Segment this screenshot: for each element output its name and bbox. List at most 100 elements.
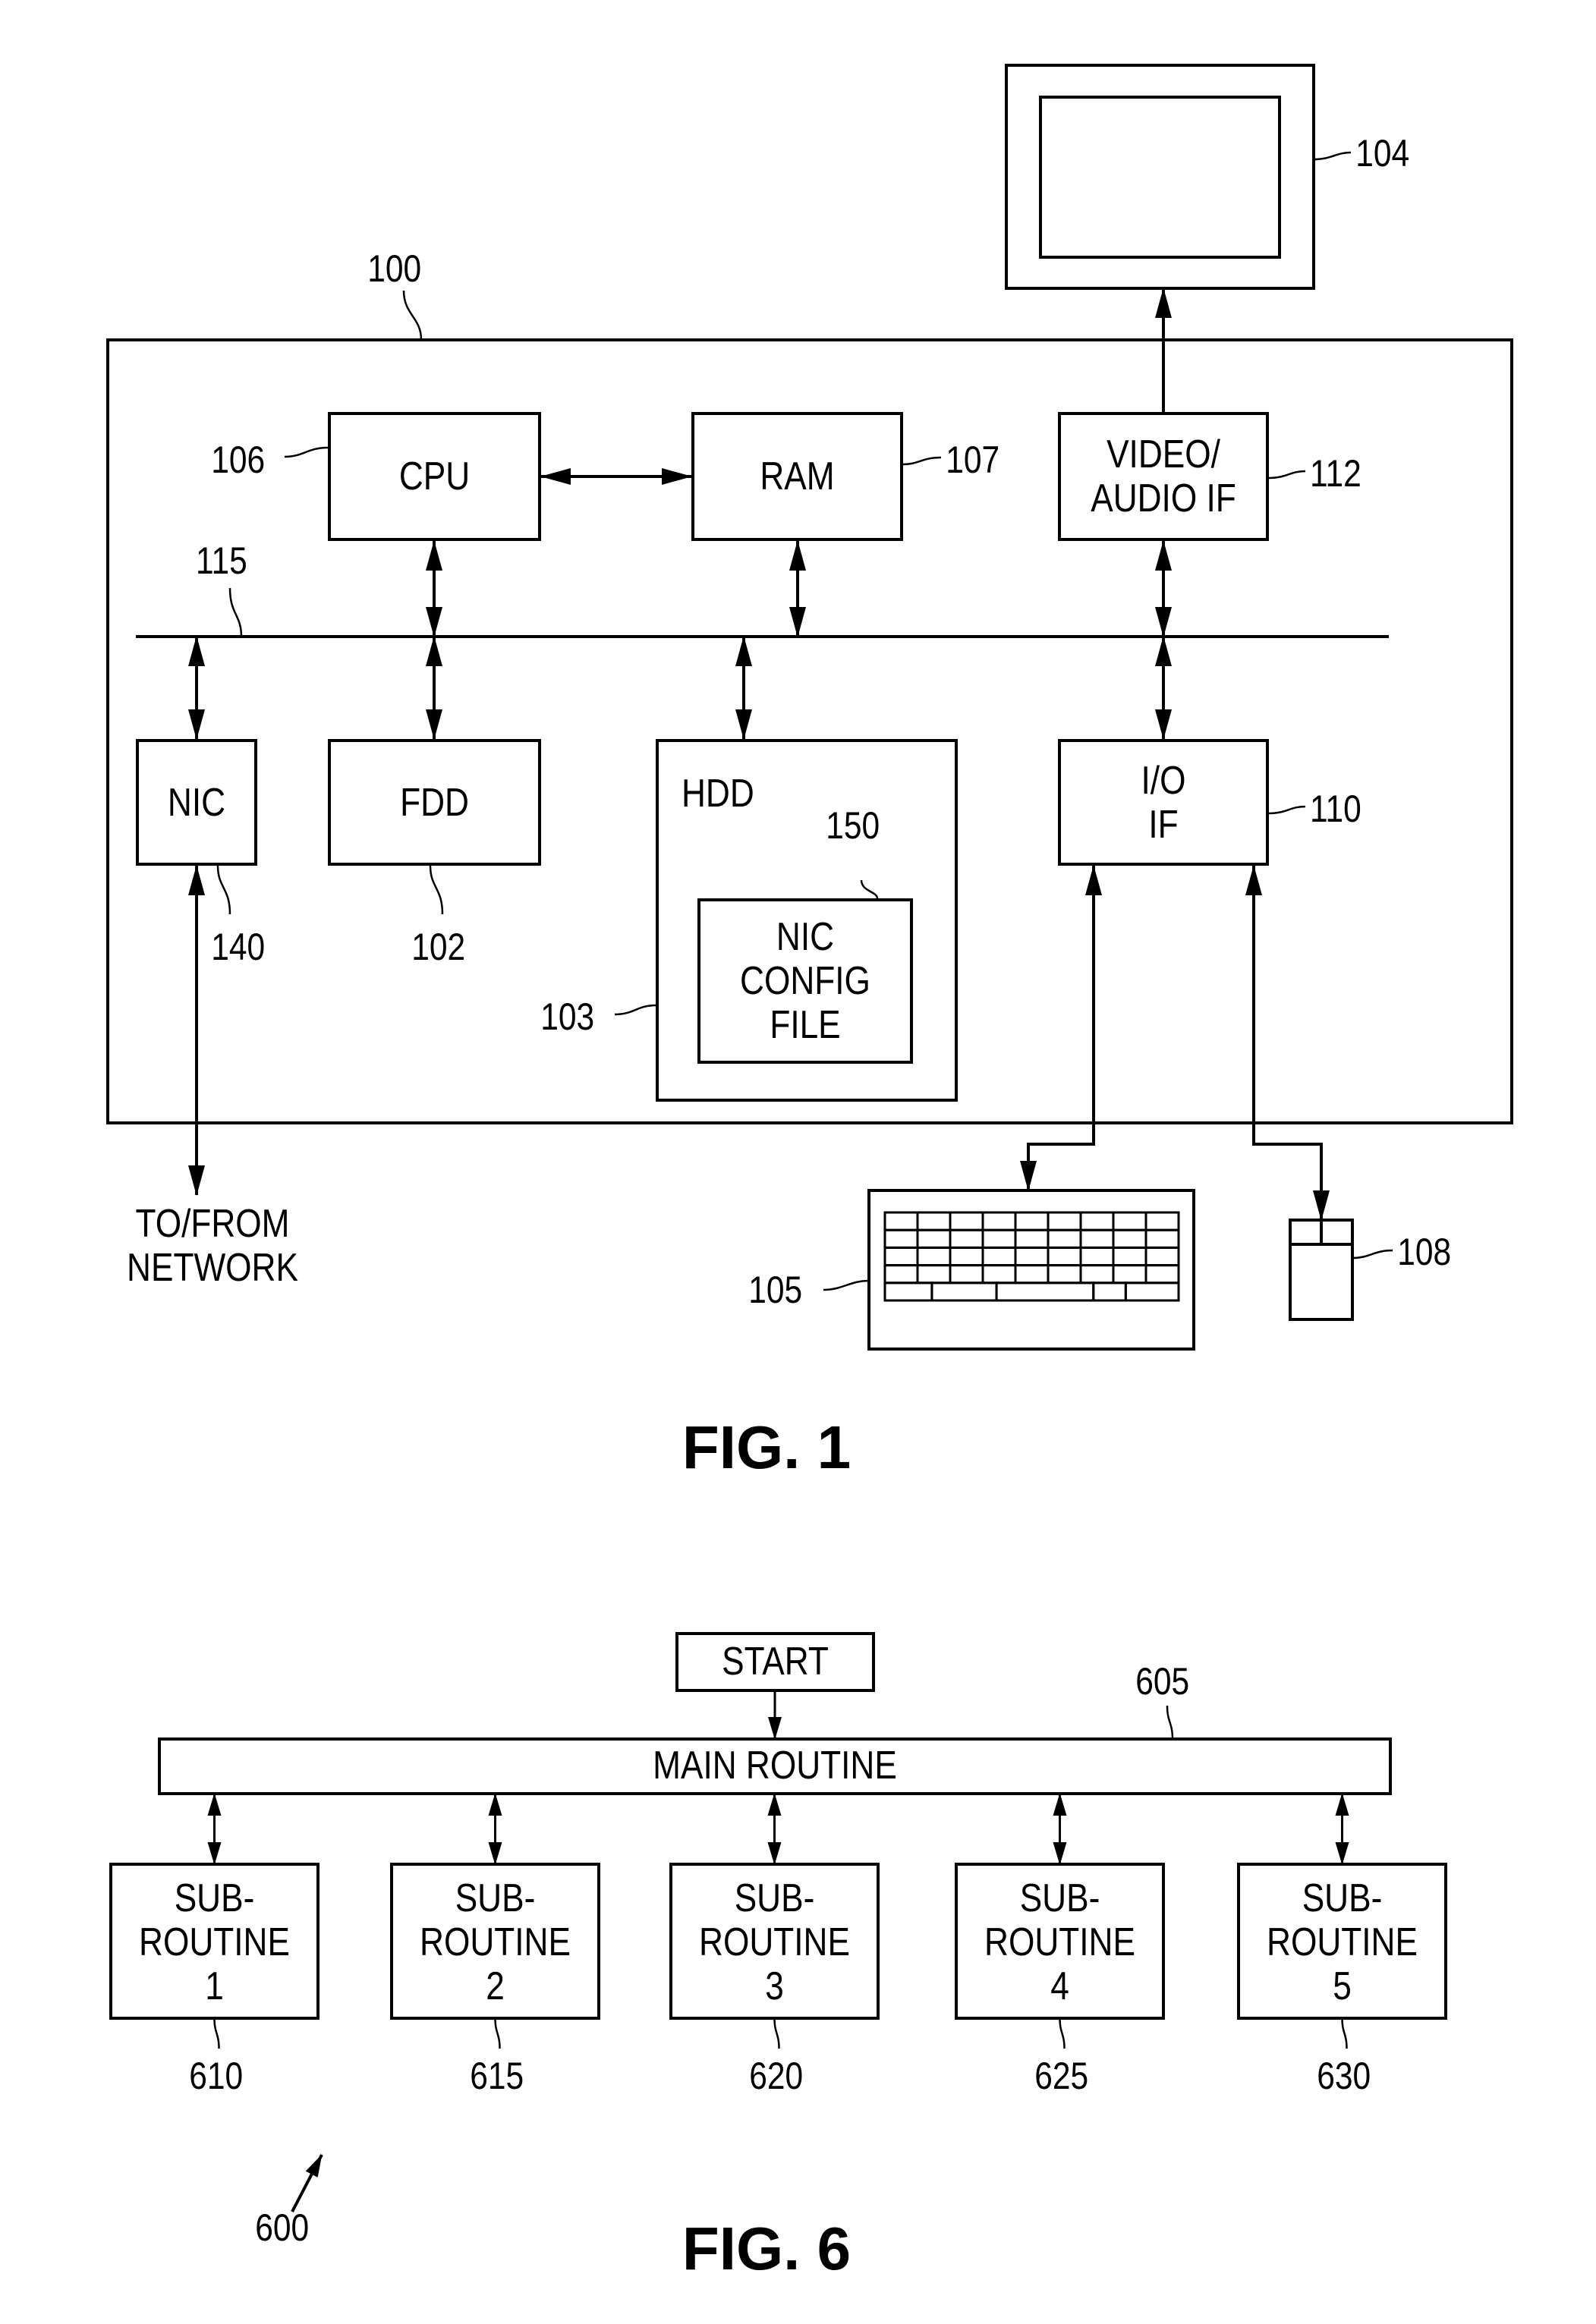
fdd-label: FDD bbox=[400, 780, 469, 825]
keyboard-key bbox=[1112, 1211, 1147, 1231]
video-audio-if-line2: AUDIO IF bbox=[1091, 476, 1236, 520]
leader-104 bbox=[1313, 151, 1352, 161]
nic-config-line2: CONFIG bbox=[740, 959, 870, 1003]
keyboard-keys bbox=[883, 1211, 1180, 1302]
keyboard-key bbox=[930, 1282, 998, 1302]
ref-115: 115 bbox=[195, 539, 247, 582]
subroutine-label: SUB- ROUTINE 5 bbox=[1254, 1876, 1430, 2008]
keyboard-key bbox=[949, 1246, 984, 1267]
subroutine-line2: ROUTINE bbox=[139, 1920, 290, 1964]
video-audio-if-label: VIDEO/ AUDIO IF bbox=[1076, 432, 1251, 520]
keyboard-key bbox=[995, 1282, 1095, 1302]
subroutine-line1: SUB- bbox=[1302, 1876, 1383, 1920]
keyboard-key bbox=[1144, 1264, 1180, 1285]
keyboard-key bbox=[1014, 1228, 1050, 1249]
subroutine-line1: SUB- bbox=[734, 1876, 815, 1920]
keyboard-key bbox=[883, 1228, 919, 1249]
keyboard-key bbox=[1079, 1211, 1115, 1231]
video-audio-if-line1: VIDEO/ bbox=[1106, 432, 1220, 476]
subroutine-ref: 610 bbox=[188, 2055, 243, 2097]
keyboard-key bbox=[883, 1282, 933, 1302]
ref-110: 110 bbox=[1309, 788, 1361, 830]
keyboard-key bbox=[1112, 1264, 1147, 1285]
subroutine-line2: ROUTINE bbox=[420, 1920, 571, 1964]
keyboard-key bbox=[981, 1246, 1017, 1267]
keyboard-key bbox=[916, 1211, 952, 1231]
keyboard-key bbox=[981, 1228, 1017, 1249]
nic-config-file-label: NIC CONFIG FILE bbox=[716, 915, 895, 1047]
monitor-outer bbox=[1005, 64, 1315, 290]
keyboard-key bbox=[1014, 1211, 1050, 1231]
subroutine-line2: ROUTINE bbox=[984, 1920, 1135, 1964]
subroutine-line2: ROUTINE bbox=[699, 1920, 850, 1964]
leader-100 bbox=[402, 290, 423, 341]
keyboard-key bbox=[981, 1211, 1017, 1231]
keyboard-key bbox=[1144, 1211, 1180, 1231]
subroutine-leader bbox=[1341, 2017, 1348, 2049]
subroutine-line2: ROUTINE bbox=[1267, 1920, 1418, 1964]
subroutine-label: SUB- ROUTINE 4 bbox=[971, 1876, 1147, 2008]
ref-104: 104 bbox=[1355, 132, 1410, 175]
keyboard-key bbox=[1112, 1246, 1147, 1267]
keyboard-key bbox=[1079, 1246, 1115, 1267]
nic-label: NIC bbox=[167, 780, 226, 825]
keyboard-key bbox=[883, 1264, 919, 1285]
keyboard-key bbox=[1144, 1246, 1180, 1267]
keyboard-key bbox=[1014, 1264, 1050, 1285]
keyboard-key bbox=[1014, 1246, 1050, 1267]
subroutine-line3: 1 bbox=[205, 1964, 224, 2008]
keyboard-key bbox=[949, 1264, 984, 1285]
subroutine-line3: 3 bbox=[765, 1964, 784, 2008]
keyboard-key bbox=[1047, 1246, 1082, 1267]
ref-102: 102 bbox=[411, 926, 466, 968]
ref-600: 600 bbox=[255, 2206, 310, 2249]
keyboard-key bbox=[1112, 1228, 1147, 1249]
keyboard-key bbox=[1092, 1282, 1127, 1302]
keyboard-key bbox=[883, 1211, 919, 1231]
ref-112: 112 bbox=[1309, 452, 1361, 495]
leader-112 bbox=[1268, 470, 1306, 480]
ref-100: 100 bbox=[367, 247, 422, 290]
monitor-screen bbox=[1039, 96, 1281, 259]
leader-106 bbox=[284, 446, 329, 458]
subroutine-leader bbox=[213, 2017, 220, 2049]
keyboard-key bbox=[916, 1228, 952, 1249]
ref-105: 105 bbox=[748, 1269, 803, 1311]
leader-108 bbox=[1352, 1249, 1393, 1259]
subroutine-ref: 620 bbox=[748, 2055, 803, 2097]
leader-115 bbox=[228, 587, 243, 637]
keyboard-key bbox=[1079, 1264, 1115, 1285]
fig1-caption: FIG. 1 bbox=[682, 1414, 852, 1481]
keyboard-key bbox=[1124, 1282, 1180, 1302]
keyboard-key bbox=[981, 1264, 1017, 1285]
leader-605 bbox=[1166, 1705, 1174, 1740]
keyboard-key bbox=[1047, 1211, 1082, 1231]
hdd-label: HDD bbox=[682, 772, 754, 816]
io-if-line1: I/O bbox=[1141, 758, 1186, 803]
leader-105 bbox=[823, 1279, 870, 1291]
keyboard-key bbox=[1144, 1228, 1180, 1249]
io-mouse-arrow bbox=[1252, 866, 1330, 1221]
keyboard-key bbox=[1047, 1228, 1082, 1249]
leader-107 bbox=[902, 456, 942, 466]
leader-102 bbox=[429, 865, 444, 915]
cpu-box: CPU bbox=[328, 412, 541, 541]
subroutine-ref: 630 bbox=[1316, 2055, 1371, 2097]
network-label: TO/FROM NETWORK bbox=[116, 1202, 310, 1290]
subroutine-label: SUB- ROUTINE 3 bbox=[686, 1876, 862, 2008]
subroutine-line3: 4 bbox=[1050, 1964, 1069, 2008]
keyboard-key bbox=[1079, 1228, 1115, 1249]
subroutine-line3: 5 bbox=[1333, 1964, 1352, 2008]
subroutine-ref: 615 bbox=[469, 2055, 524, 2097]
io-if-label: I/O IF bbox=[1076, 759, 1251, 847]
keyboard-key bbox=[1047, 1264, 1082, 1285]
keyboard-key bbox=[916, 1264, 952, 1285]
keyboard-key bbox=[949, 1211, 984, 1231]
fdd-box: FDD bbox=[328, 739, 541, 866]
ref-140: 140 bbox=[211, 926, 266, 968]
nic-box: NIC bbox=[136, 739, 257, 866]
fig6-caption: FIG. 6 bbox=[682, 2215, 852, 2282]
subroutine-line1: SUB- bbox=[174, 1876, 255, 1920]
diagram-600-arrow bbox=[291, 2154, 323, 2212]
leader-103 bbox=[614, 1004, 656, 1016]
